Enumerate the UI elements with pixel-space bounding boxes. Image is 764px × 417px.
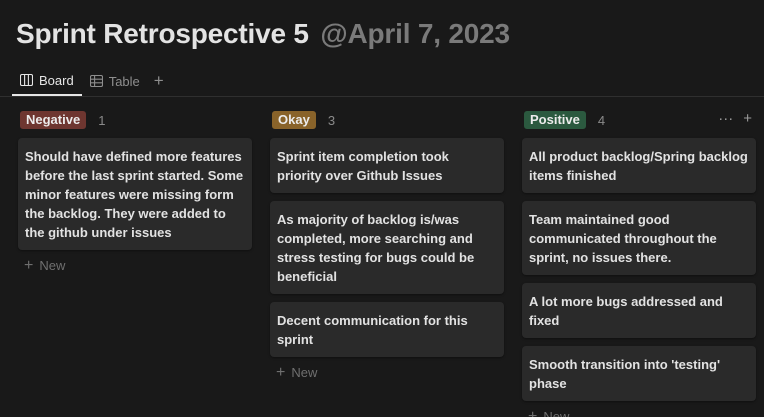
card-list: All product backlog/Spring backlog items… bbox=[522, 138, 756, 401]
tab-label: Table bbox=[108, 73, 140, 89]
new-card-label: New bbox=[543, 409, 570, 417]
status-tag[interactable]: Okay bbox=[272, 111, 316, 129]
new-card-button[interactable]: + New bbox=[270, 357, 504, 388]
new-card-button[interactable]: + New bbox=[18, 250, 252, 281]
new-card-label: New bbox=[39, 258, 66, 273]
board-card[interactable]: A lot more bugs addressed and fixed bbox=[522, 283, 756, 338]
board-page: Sprint Retrospective 5 @April 7, 2023 Bo… bbox=[0, 0, 764, 417]
board-column-negative: Negative 1 Should have defined more feat… bbox=[18, 108, 252, 281]
card-list: Should have defined more features before… bbox=[18, 138, 252, 250]
board-card[interactable]: Should have defined more features before… bbox=[18, 138, 252, 250]
status-tag[interactable]: Negative bbox=[20, 111, 87, 129]
card-count: 4 bbox=[597, 112, 606, 128]
table-icon bbox=[89, 75, 103, 87]
card-list: Sprint item completion took priority ove… bbox=[270, 138, 504, 357]
plus-icon: + bbox=[528, 408, 538, 417]
status-tag[interactable]: Positive bbox=[524, 111, 586, 129]
column-header: Okay 3 bbox=[270, 108, 504, 132]
board-card[interactable]: Sprint item completion took priority ove… bbox=[270, 138, 504, 193]
tabs-divider bbox=[0, 96, 764, 97]
column-actions: ··· + bbox=[718, 110, 752, 127]
more-options-icon[interactable]: ··· bbox=[718, 110, 733, 127]
add-view-button[interactable]: + bbox=[148, 66, 170, 96]
board-column-positive: Positive 4 ··· + All product backlog/Spr… bbox=[522, 108, 756, 417]
plus-icon: + bbox=[24, 257, 34, 274]
new-card-button[interactable]: + New bbox=[522, 401, 756, 417]
tab-board[interactable]: Board bbox=[12, 66, 82, 96]
board-card[interactable]: As majority of backlog is/was completed,… bbox=[270, 201, 504, 294]
add-card-icon[interactable]: + bbox=[743, 110, 752, 127]
board-card[interactable]: All product backlog/Spring backlog items… bbox=[522, 138, 756, 193]
page-title: Sprint Retrospective 5 @April 7, 2023 bbox=[16, 18, 510, 50]
date-mention[interactable]: @April 7, 2023 bbox=[320, 18, 510, 49]
board-card[interactable]: Team maintained good communicated throug… bbox=[522, 201, 756, 275]
column-header: Negative 1 bbox=[18, 108, 252, 132]
plus-icon: + bbox=[276, 364, 286, 381]
board-card[interactable]: Smooth transition into 'testing' phase bbox=[522, 346, 756, 401]
board-column-okay: Okay 3 Sprint item completion took prior… bbox=[270, 108, 504, 388]
board-card[interactable]: Decent communication for this sprint bbox=[270, 302, 504, 357]
column-header: Positive 4 ··· + bbox=[522, 108, 756, 132]
card-count: 1 bbox=[98, 112, 106, 128]
view-tabs: Board Table + bbox=[12, 66, 170, 96]
board-icon bbox=[20, 74, 33, 86]
card-count: 3 bbox=[327, 112, 336, 128]
new-card-label: New bbox=[291, 365, 318, 380]
tab-label: Board bbox=[39, 72, 74, 88]
page-title-text: Sprint Retrospective 5 bbox=[16, 18, 309, 49]
tab-table[interactable]: Table bbox=[82, 66, 148, 96]
